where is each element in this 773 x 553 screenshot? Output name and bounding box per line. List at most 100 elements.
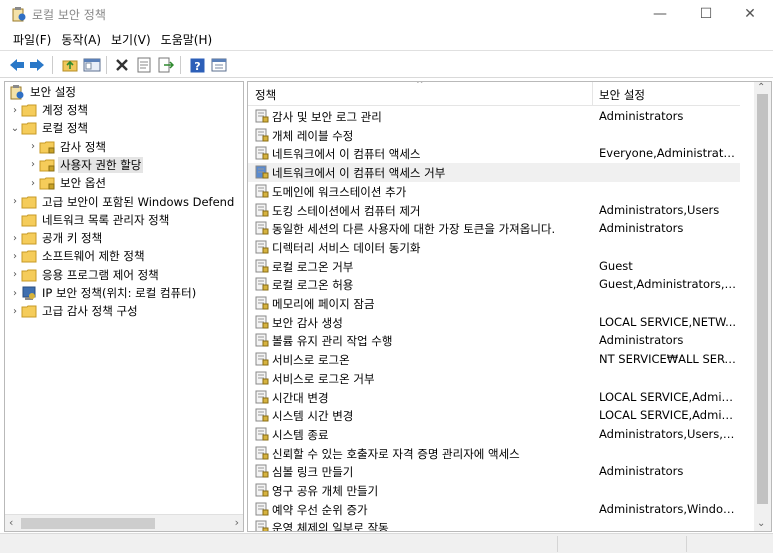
tree-scroll-thumb[interactable] xyxy=(21,518,155,529)
table-row[interactable]: 시스템 종료 Administrators,Users,*S-... xyxy=(248,425,740,444)
list-scroll-thumb[interactable] xyxy=(757,94,768,504)
tree-item[interactable]: › 공개 키 정책 xyxy=(9,229,104,247)
menu-view[interactable]: 보기(V) xyxy=(106,28,156,50)
tree-root-label: 보안 설정 xyxy=(30,85,76,99)
policy-icon xyxy=(255,333,269,347)
table-row[interactable]: 네트워크에서 이 컴퓨터 액세스 Everyone,Administrators.… xyxy=(248,144,740,163)
show-tree-button[interactable] xyxy=(82,55,102,75)
expand-icon[interactable]: › xyxy=(9,288,21,299)
expand-icon[interactable]: › xyxy=(9,196,21,207)
policy-icon xyxy=(255,109,269,123)
back-button[interactable] xyxy=(7,55,27,75)
policy-name: 심볼 링크 만들기 xyxy=(272,465,354,480)
policy-icon xyxy=(255,371,269,385)
tree-item[interactable]: › 사용자 권한 할당 xyxy=(27,156,144,174)
table-row[interactable]: 도메인에 워크스테이션 추가 xyxy=(248,182,740,201)
tree-item[interactable]: › 감사 정책 xyxy=(27,138,108,156)
expand-icon[interactable]: › xyxy=(9,306,21,317)
scroll-down-icon[interactable]: ⌄ xyxy=(757,518,765,529)
tree-item[interactable]: › 고급 감사 정책 구성 xyxy=(9,302,140,320)
table-row[interactable]: 운영 체제의 일부로 작동 xyxy=(248,518,740,531)
expand-icon[interactable]: › xyxy=(27,141,39,152)
up-folder-button[interactable] xyxy=(60,55,80,75)
policy-icon xyxy=(255,221,269,235)
table-row[interactable]: 로컬 로그온 거부 Guest xyxy=(248,257,740,276)
tree-item-label: 감사 정책 xyxy=(60,139,106,154)
menu-action[interactable]: 동작(A) xyxy=(56,28,106,50)
minimize-button[interactable]: — xyxy=(637,0,683,28)
scroll-left-icon[interactable]: ‹ xyxy=(9,516,13,529)
table-row[interactable]: 개체 레이블 수정 xyxy=(248,126,740,145)
policy-icon xyxy=(255,446,269,460)
security-setting: Administrators,Window ... xyxy=(599,501,737,516)
column-divider[interactable] xyxy=(592,82,593,106)
close-button[interactable]: ✕ xyxy=(727,0,773,28)
expand-icon[interactable]: › xyxy=(9,233,21,244)
tree-pane[interactable]: 보안 설정 › 계정 정책 ⌄ 로컬 정책 › 감사 정책 › 사용자 권한 할당 › 보안 옵션… xyxy=(4,81,244,532)
tree-item[interactable]: › IP 보안 정책(위치: 로컬 컴퓨터) xyxy=(9,284,198,302)
window: 로컬 보안 정책 — ☐ ✕ 파일(F) 동작(A) 보기(V) 도움말(H) xyxy=(0,0,773,553)
tree-item-label: 소프트웨어 제한 정책 xyxy=(42,249,145,264)
table-row[interactable]: 네트워크에서 이 컴퓨터 액세스 거부 xyxy=(248,163,740,182)
tree-item[interactable]: › 계정 정책 xyxy=(9,101,90,119)
status-bar xyxy=(0,533,773,553)
expand-icon[interactable]: › xyxy=(27,159,39,170)
table-row[interactable]: 메모리에 페이지 잠금 xyxy=(248,294,740,313)
export-button[interactable] xyxy=(156,55,176,75)
maximize-button[interactable]: ☐ xyxy=(683,0,729,28)
collapse-icon[interactable]: ⌄ xyxy=(9,123,21,134)
expand-icon[interactable]: › xyxy=(9,251,21,262)
ip-security-icon xyxy=(21,285,37,301)
view-button[interactable] xyxy=(209,55,229,75)
tree-item-label: 계정 정책 xyxy=(42,103,88,117)
tree-horizontal-scrollbar[interactable]: ‹ › xyxy=(5,514,243,531)
tree-item[interactable]: › 보안 옵션 xyxy=(27,174,108,192)
scroll-right-icon[interactable]: › xyxy=(235,516,239,529)
menu-file[interactable]: 파일(F) xyxy=(8,28,56,50)
delete-button[interactable] xyxy=(112,55,132,75)
expand-icon[interactable]: › xyxy=(9,105,21,116)
tree-root[interactable]: 보안 설정 xyxy=(9,83,78,101)
properties-button[interactable] xyxy=(134,55,154,75)
security-setting: Administrators xyxy=(599,221,684,236)
security-setting: Everyone,Administrators... xyxy=(599,146,737,161)
table-row[interactable]: 서비스로 로그온 NT SERVICE₩ALL SERVI... xyxy=(248,350,740,369)
policy-name: 감사 및 보안 로그 관리 xyxy=(272,110,382,124)
table-row[interactable]: 동일한 세션의 다른 사용자에 대한 가장 토큰을 가져옵니다. Administ… xyxy=(248,219,740,238)
table-row[interactable]: 시스템 시간 변경 LOCAL SERVICE,Admini... xyxy=(248,406,740,425)
forward-button[interactable] xyxy=(27,55,47,75)
table-row[interactable]: 영구 공유 개체 만들기 xyxy=(248,481,740,500)
table-row[interactable]: 로컬 로그온 허용 Guest,Administrators,Us... xyxy=(248,275,740,294)
tree-item[interactable]: ⌄ 로컬 정책 xyxy=(9,119,90,137)
table-row[interactable]: 심볼 링크 만들기 Administrators xyxy=(248,462,740,481)
policy-name: 메모리에 페이지 잠금 xyxy=(272,297,375,311)
tree-item[interactable]: › 소프트웨어 제한 정책 xyxy=(9,247,147,265)
scroll-up-icon[interactable]: ⌃ xyxy=(757,82,765,93)
title-bar[interactable]: 로컬 보안 정책 — ☐ ✕ xyxy=(0,0,773,28)
expand-icon[interactable]: › xyxy=(9,269,21,280)
security-policy-app-icon xyxy=(12,7,26,22)
column-header-policy[interactable]: 정책 xyxy=(255,87,276,103)
help-button[interactable]: ? xyxy=(187,55,207,75)
show-tree-icon xyxy=(83,58,101,72)
table-row[interactable]: 예약 우선 순위 증가 Administrators,Window ... xyxy=(248,500,740,519)
tree-item[interactable]: › 고급 보안이 포함된 Windows Defend xyxy=(9,193,236,211)
table-row[interactable]: 볼륨 유지 관리 작업 수행 Administrators xyxy=(248,331,740,350)
menu-help[interactable]: 도움말(H) xyxy=(156,28,218,50)
column-header-setting[interactable]: 보안 설정 xyxy=(599,87,645,103)
table-row[interactable]: 감사 및 보안 로그 관리 Administrators xyxy=(248,107,740,126)
policy-list-pane[interactable]: ^ 정책 보안 설정 감사 및 보안 로그 관리 Administrators 개체… xyxy=(247,81,772,532)
tree-item[interactable]: 네트워크 목록 관리자 정책 xyxy=(9,211,171,229)
toolbar: ? xyxy=(0,50,773,78)
tree-item-label: 공개 키 정책 xyxy=(42,231,103,246)
table-row[interactable]: 서비스로 로그온 거부 xyxy=(248,369,740,388)
sort-indicator-icon: ^ xyxy=(416,81,424,90)
table-row[interactable]: 디렉터리 서비스 데이터 동기화 xyxy=(248,238,740,257)
tree-item[interactable]: › 응용 프로그램 제어 정책 xyxy=(9,266,161,284)
table-row[interactable]: 신뢰할 수 있는 호출자로 자격 증명 관리자에 액세스 xyxy=(248,444,740,463)
table-row[interactable]: 도킹 스테이션에서 컴퓨터 제거 Administrators,Users xyxy=(248,201,740,220)
expand-icon[interactable]: › xyxy=(27,178,39,189)
table-row[interactable]: 보안 감사 생성 LOCAL SERVICE,NETW... xyxy=(248,313,740,332)
list-vertical-scrollbar[interactable]: ⌃ ⌄ xyxy=(754,82,771,531)
table-row[interactable]: 시간대 변경 LOCAL SERVICE,Admini... xyxy=(248,388,740,407)
